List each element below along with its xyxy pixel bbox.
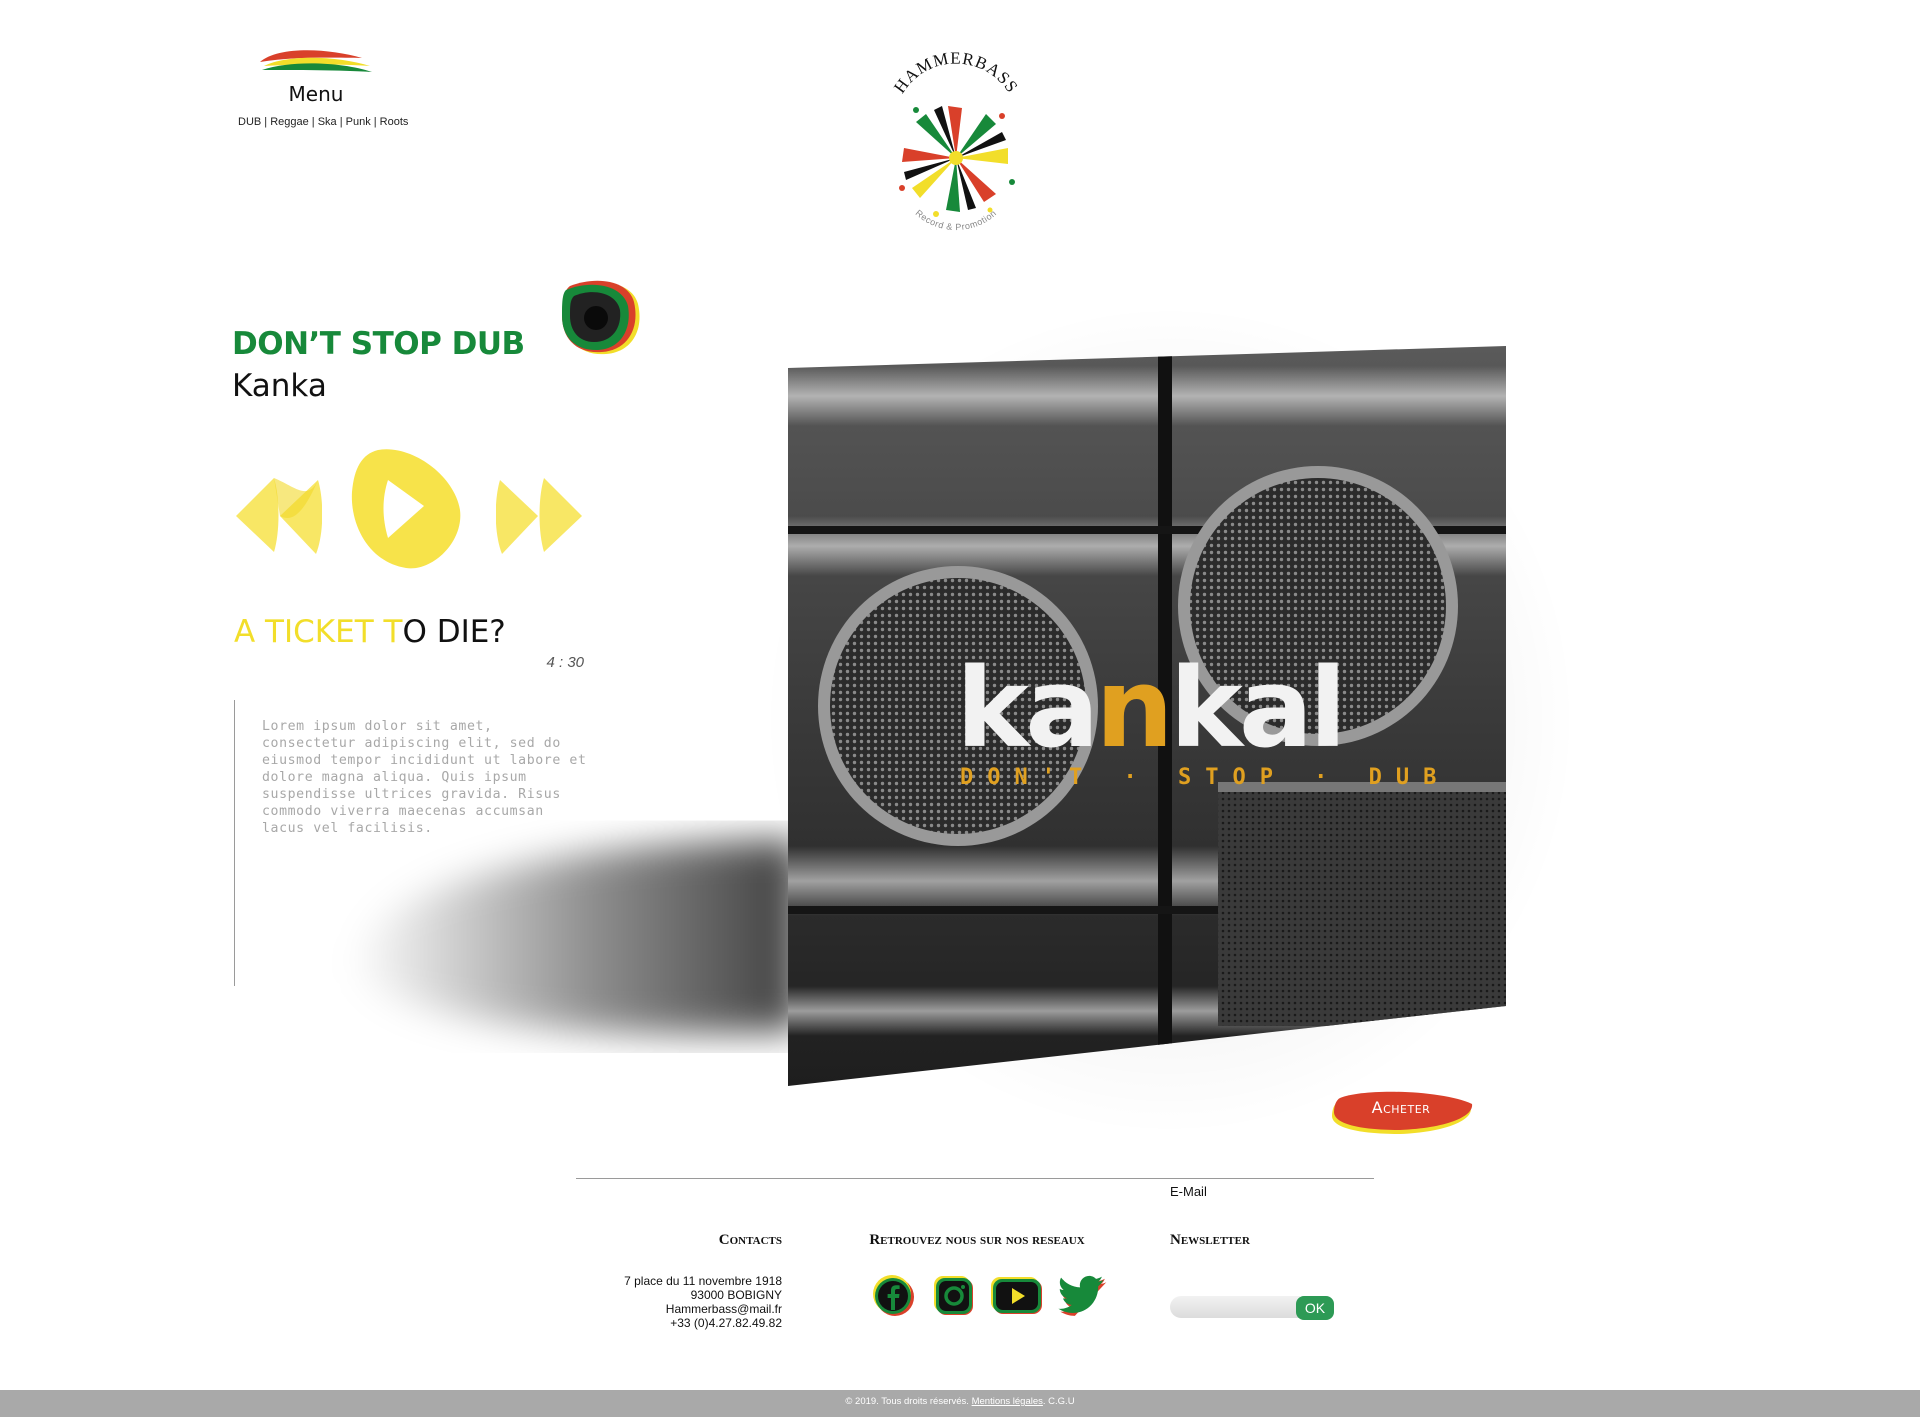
description-divider bbox=[234, 700, 235, 986]
play-icon[interactable] bbox=[348, 446, 464, 572]
rewind-icon[interactable] bbox=[234, 472, 323, 558]
track-duration: 4 : 30 bbox=[546, 654, 584, 671]
svg-text:HAMMERBASS: HAMMERBASS bbox=[890, 50, 1022, 97]
genre-list: DUB | Reggae | Ska | Punk | Roots bbox=[238, 116, 409, 128]
instagram-icon[interactable] bbox=[932, 1274, 976, 1318]
legal-notice-link[interactable]: Mentions légales bbox=[972, 1396, 1043, 1407]
social-heading: Retrouvez nous sur nos reseaux bbox=[869, 1232, 1085, 1248]
artist-name: Kanka bbox=[232, 368, 327, 404]
contact-info: 7 place du 11 novembre 1918 93000 BOBIGN… bbox=[560, 1274, 782, 1330]
album-title: DON’T STOP DUB bbox=[232, 326, 525, 362]
fast-forward-icon[interactable] bbox=[495, 472, 584, 558]
copyright-prefix: © 2019. Tous droits réservés. bbox=[845, 1396, 972, 1407]
track-title: A TICKET TO DIE? bbox=[234, 614, 506, 650]
youtube-icon[interactable] bbox=[990, 1274, 1044, 1318]
contacts-heading: Contacts bbox=[718, 1232, 782, 1248]
cover-shadow bbox=[330, 800, 830, 1060]
newsletter-submit-button[interactable]: OK bbox=[1296, 1296, 1334, 1320]
album-cover[interactable]: kankal DON'T · STOP · DUB bbox=[788, 346, 1506, 1086]
record-icon bbox=[560, 278, 642, 360]
contact-phone[interactable]: +33 (0)4.27.82.49.82 bbox=[560, 1316, 782, 1330]
twitter-icon[interactable] bbox=[1058, 1274, 1108, 1318]
menu-brush-icon[interactable] bbox=[258, 46, 374, 82]
track-title-highlight: A TICKET T bbox=[234, 614, 403, 650]
email-label: E-Mail bbox=[1170, 1184, 1207, 1199]
hammerbass-logo[interactable]: HAMMERBASS Record & Promotion bbox=[878, 50, 1034, 240]
logo-tagline: Record & Promotion bbox=[914, 208, 998, 232]
footer-divider bbox=[576, 1178, 1374, 1179]
contact-address: 7 place du 11 novembre 1918 bbox=[624, 1274, 782, 1288]
buy-button[interactable]: Acheter bbox=[1330, 1098, 1472, 1117]
cover-artist-text: kankal bbox=[956, 644, 1343, 772]
burst-icon bbox=[899, 106, 1015, 217]
newsletter-heading: Newsletter bbox=[1170, 1232, 1250, 1248]
copyright-text: © 2019. Tous droits réservés. Mentions l… bbox=[0, 1396, 1920, 1407]
svg-text:Record & Promotion: Record & Promotion bbox=[914, 208, 999, 232]
cover-subtitle-text: DON'T · STOP · DUB bbox=[960, 765, 1450, 790]
contact-email[interactable]: Hammerbass@mail.fr bbox=[560, 1302, 782, 1316]
track-title-rest: O DIE? bbox=[402, 614, 506, 650]
facebook-icon[interactable] bbox=[872, 1274, 916, 1318]
newsletter-email-input[interactable] bbox=[1170, 1296, 1300, 1318]
menu-label[interactable]: Menu bbox=[258, 82, 374, 106]
contact-city: 93000 BOBIGNY bbox=[690, 1288, 782, 1302]
logo-name: HAMMERBASS bbox=[890, 50, 1021, 97]
cgu-link[interactable]: . C.G.U bbox=[1043, 1396, 1075, 1407]
